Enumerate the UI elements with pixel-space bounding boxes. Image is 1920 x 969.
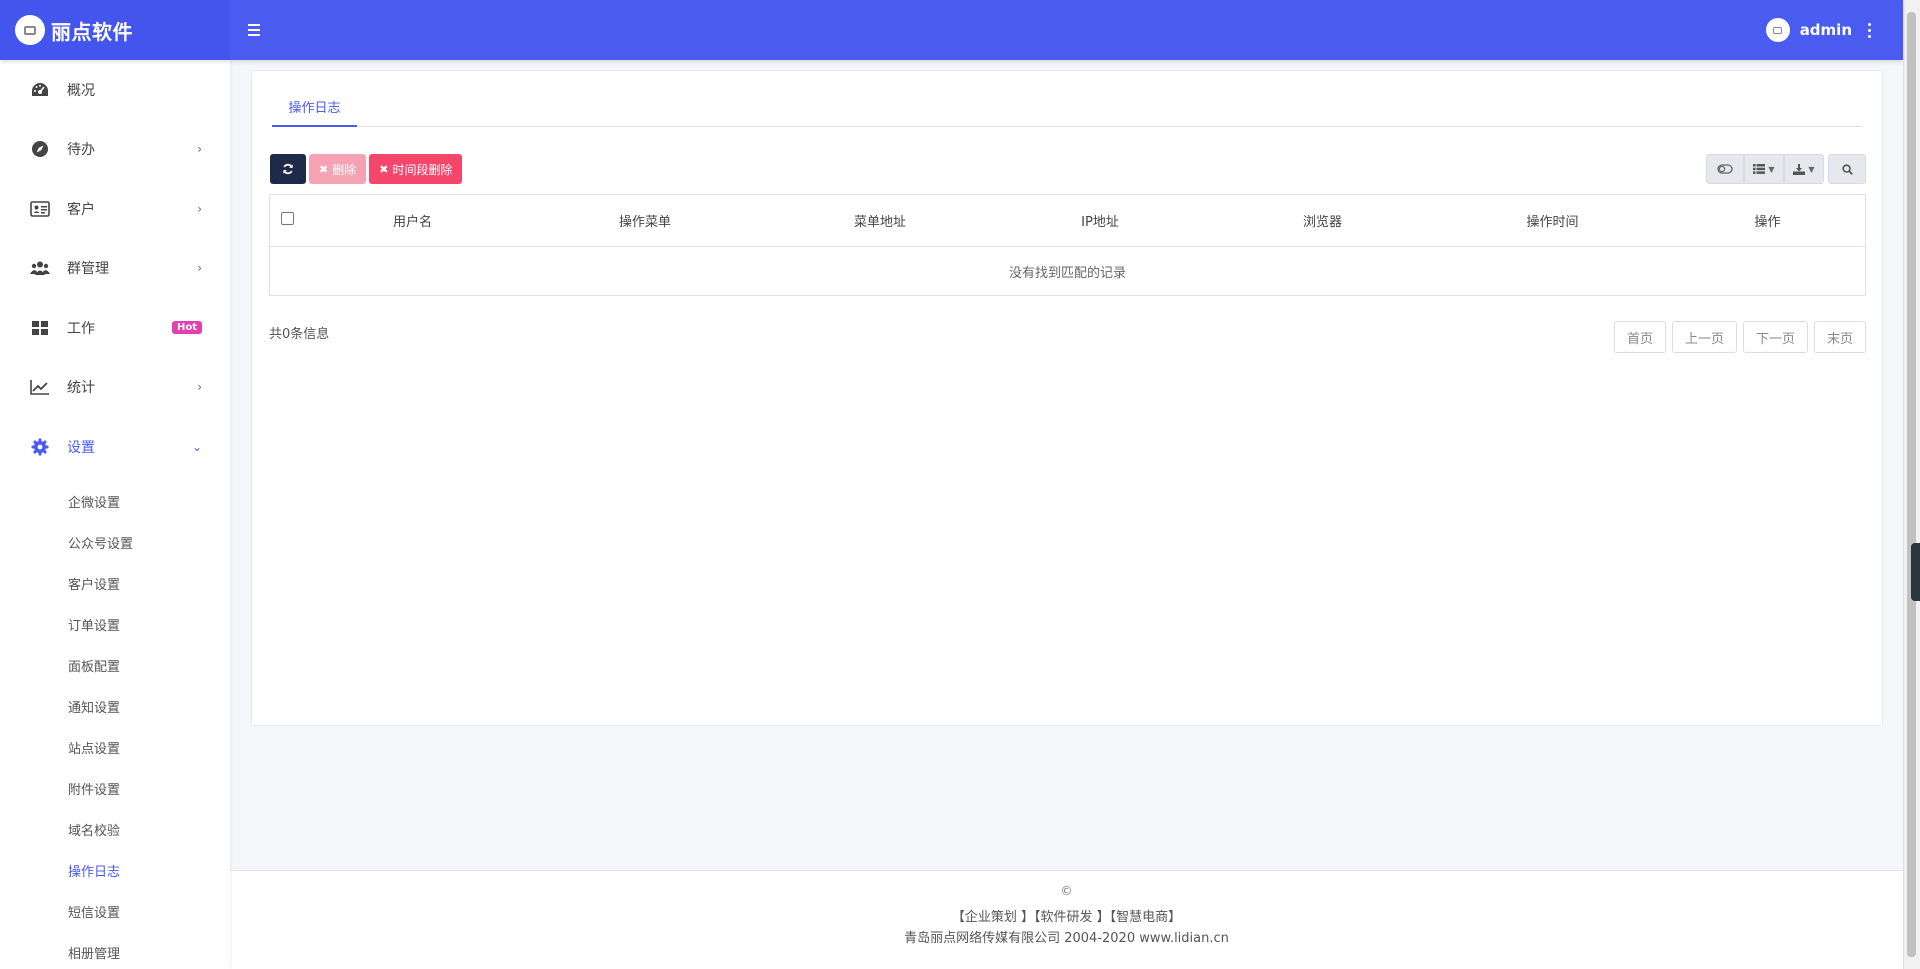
footer-company: 青岛丽点网络传媒有限公司 2004-2020 www.lidian.cn xyxy=(904,931,1229,946)
brand[interactable]: 丽点软件 xyxy=(0,0,230,60)
submenu-item[interactable]: 短信设置 xyxy=(0,891,230,932)
page-scrollbar[interactable] xyxy=(1903,0,1920,969)
hot-badge: Hot xyxy=(171,321,202,335)
footer-links[interactable]: 【企业策划 】【软件研发 】【智慧电商】 xyxy=(230,906,1903,925)
more-vertical-icon[interactable] xyxy=(1868,22,1871,38)
column-header[interactable]: 浏览器 xyxy=(1210,211,1435,230)
search-icon xyxy=(1841,163,1853,175)
copyright-symbol: © xyxy=(1060,884,1073,898)
compass-icon xyxy=(29,138,51,160)
export-dropdown-button[interactable]: ▼ xyxy=(1784,154,1824,184)
next-page-button[interactable]: 下一页 xyxy=(1742,321,1808,353)
toggle-icon xyxy=(1717,164,1733,174)
chevron-right-icon: › xyxy=(197,142,202,157)
grid-icon xyxy=(29,317,51,339)
sidebar-item-label: 统计 xyxy=(67,380,95,397)
sidebar-item-label: 概况 xyxy=(67,82,95,99)
log-card: 操作日志 ✖ 删除 ✖ 时间段删除 ▼ ▼ 用户名 操作菜单 菜单地址 IP地址… xyxy=(251,70,1883,726)
chevron-right-icon: › xyxy=(197,380,202,395)
sidebar-item-label: 待办 xyxy=(67,142,95,159)
main-content: 操作日志 ✖ 删除 ✖ 时间段删除 ▼ ▼ 用户名 操作菜单 菜单地址 IP地址… xyxy=(230,60,1903,969)
column-header[interactable]: 菜单地址 xyxy=(770,211,990,230)
sidebar-item-overview[interactable]: 概况 xyxy=(0,60,230,120)
sidebar-item-label: 工作 xyxy=(67,320,95,337)
sidebar-item-label: 客户 xyxy=(67,201,95,218)
empty-row: 没有找到匹配的记录 xyxy=(1008,265,1126,281)
submenu-item[interactable]: 附件设置 xyxy=(0,768,230,809)
log-table: 用户名 操作菜单 菜单地址 IP地址 浏览器 操作时间 操作 没有找到匹配的记录 xyxy=(269,194,1866,296)
sidebar-item-work[interactable]: 工作 Hot xyxy=(0,298,230,358)
tab-operation-log[interactable]: 操作日志 xyxy=(272,87,357,127)
settings-submenu: 企微设置 公众号设置 客户设置 订单设置 面板配置 通知设置 站点设置 附件设置… xyxy=(0,477,230,969)
column-header[interactable]: 用户名 xyxy=(305,211,520,230)
gear-icon xyxy=(29,436,51,458)
refresh-icon xyxy=(283,163,293,175)
sidebar-item-customers[interactable]: 客户 › xyxy=(0,179,230,239)
prev-page-button[interactable]: 上一页 xyxy=(1671,321,1737,353)
submenu-item[interactable]: 企微设置 xyxy=(0,481,230,522)
sidebar-item-stats[interactable]: 统计 › xyxy=(0,358,230,418)
id-card-icon xyxy=(29,198,51,220)
select-all-cell xyxy=(270,212,305,229)
brand-logo-icon xyxy=(15,15,45,45)
column-header[interactable]: IP地址 xyxy=(990,211,1210,230)
scrollbar-thumb[interactable] xyxy=(1907,12,1916,957)
sidebar: 概况 待办 › 客户 › 群管理 › 工作 Hot 统计 › 设置 ⌄ 企微设置… xyxy=(0,60,230,969)
submenu-item[interactable]: 面板配置 xyxy=(0,645,230,686)
side-drawer-handle[interactable] xyxy=(1911,543,1920,601)
chevron-down-icon: ⌄ xyxy=(191,439,202,454)
time-delete-label: 时间段删除 xyxy=(392,162,453,177)
menu-toggle-icon[interactable] xyxy=(248,19,270,41)
sidebar-item-label: 群管理 xyxy=(67,261,109,278)
delete-label: 删除 xyxy=(332,162,357,177)
first-page-button[interactable]: 首页 xyxy=(1613,321,1666,353)
submenu-item[interactable]: 站点设置 xyxy=(0,727,230,768)
submenu-item[interactable]: 通知设置 xyxy=(0,686,230,727)
submenu-item[interactable]: 域名校验 xyxy=(0,809,230,850)
column-header[interactable]: 操作时间 xyxy=(1435,211,1670,230)
total-count: 共0条信息 xyxy=(269,327,330,342)
submenu-item[interactable]: 客户设置 xyxy=(0,563,230,604)
column-header[interactable]: 操作 xyxy=(1670,211,1865,230)
download-icon xyxy=(1793,163,1806,175)
sidebar-item-label: 设置 xyxy=(67,439,95,456)
search-button[interactable] xyxy=(1828,154,1866,184)
last-page-button[interactable]: 末页 xyxy=(1813,321,1866,353)
brand-name: 丽点软件 xyxy=(51,19,133,44)
sidebar-item-settings[interactable]: 设置 ⌄ xyxy=(0,417,230,477)
select-all-checkbox[interactable] xyxy=(281,212,294,225)
chevron-right-icon: › xyxy=(197,261,202,276)
column-header[interactable]: 操作菜单 xyxy=(520,211,770,230)
toolbar-left: ✖ 删除 ✖ 时间段删除 xyxy=(270,154,463,184)
user-name[interactable]: admin xyxy=(1800,21,1852,39)
line-chart-icon xyxy=(29,376,51,398)
close-icon: ✖ xyxy=(319,162,329,176)
tab-bar: 操作日志 xyxy=(272,87,1862,127)
submenu-item[interactable]: 相册管理 xyxy=(0,932,230,969)
toggle-view-button[interactable] xyxy=(1706,154,1744,184)
close-icon: ✖ xyxy=(379,162,389,176)
time-range-delete-button[interactable]: ✖ 时间段删除 xyxy=(369,154,463,184)
caret-down-icon: ▼ xyxy=(1768,164,1775,174)
chevron-right-icon: › xyxy=(197,201,202,216)
footer: © 【企业策划 】【软件研发 】【智慧电商】 青岛丽点网络传媒有限公司 2004… xyxy=(230,870,1903,969)
dashboard-icon xyxy=(29,79,51,101)
sidebar-item-groups[interactable]: 群管理 › xyxy=(0,239,230,299)
users-icon xyxy=(29,257,51,279)
refresh-button[interactable] xyxy=(270,154,306,184)
submenu-item[interactable]: 订单设置 xyxy=(0,604,230,645)
list-icon xyxy=(1753,164,1766,174)
toolbar-right: ▼ ▼ xyxy=(1706,154,1866,184)
table-header: 用户名 操作菜单 菜单地址 IP地址 浏览器 操作时间 操作 xyxy=(270,195,1865,247)
top-header: 丽点软件 admin xyxy=(0,0,1903,60)
pagination: 首页 上一页 下一页 末页 xyxy=(1613,321,1866,353)
avatar[interactable] xyxy=(1765,18,1790,42)
caret-down-icon: ▼ xyxy=(1808,164,1815,174)
columns-dropdown-button[interactable]: ▼ xyxy=(1744,154,1784,184)
delete-button[interactable]: ✖ 删除 xyxy=(309,154,367,184)
submenu-item[interactable]: 公众号设置 xyxy=(0,522,230,563)
submenu-item-active[interactable]: 操作日志 xyxy=(0,850,230,891)
sidebar-item-todo[interactable]: 待办 › xyxy=(0,120,230,180)
